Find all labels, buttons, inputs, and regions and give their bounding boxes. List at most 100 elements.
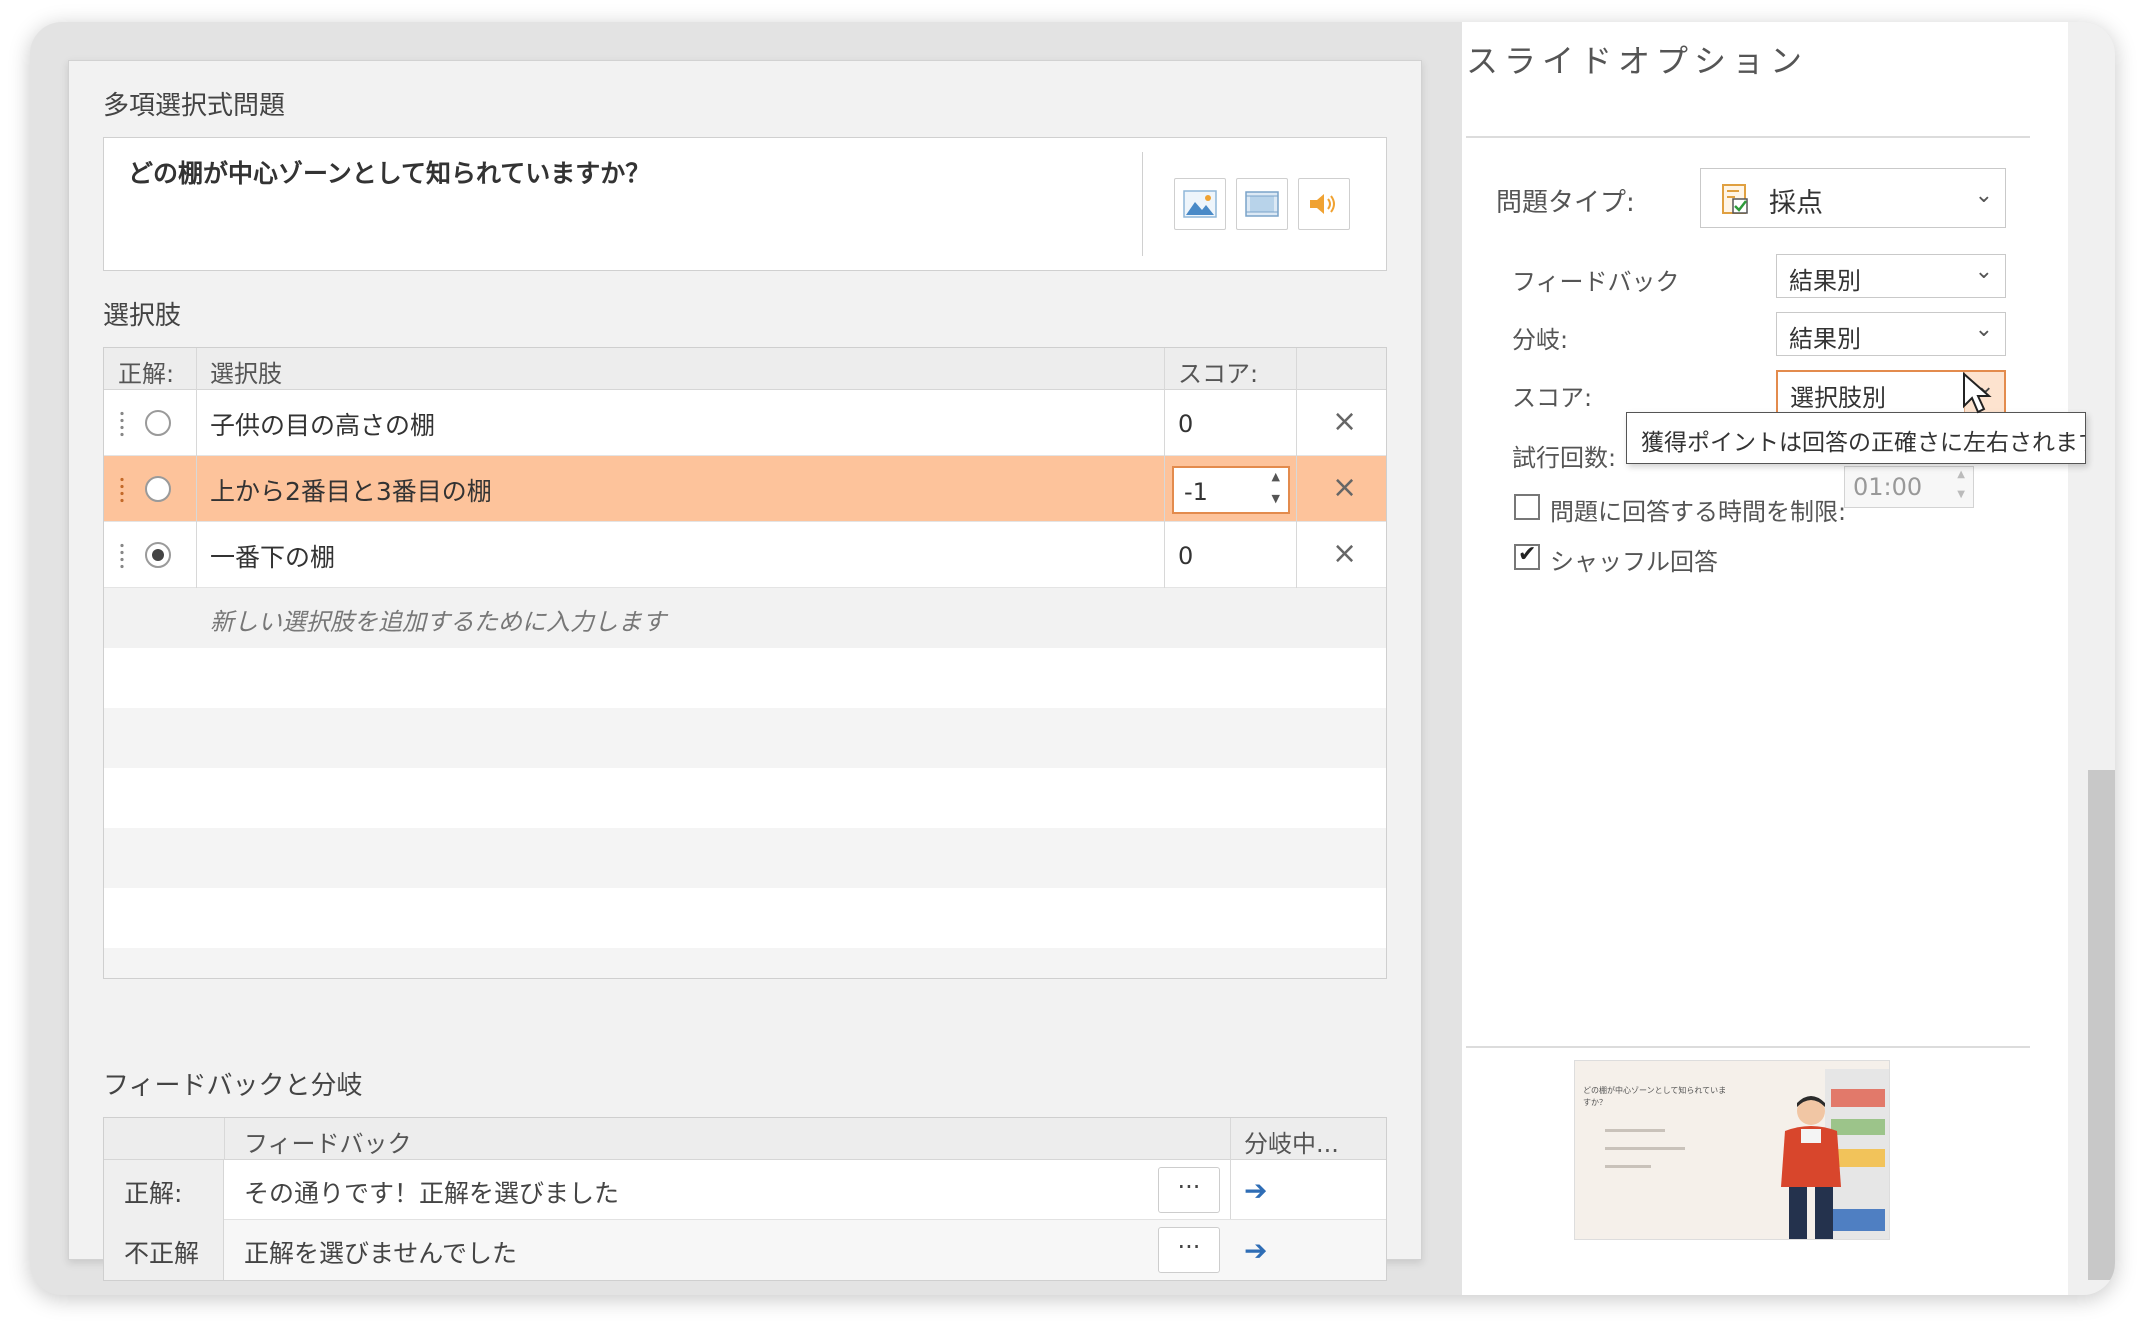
score-stepper[interactable]: -1 ▲ ▼ — [1172, 466, 1290, 514]
insert-video-button[interactable] — [1236, 178, 1288, 230]
delete-choice-icon[interactable]: × — [1332, 470, 1357, 505]
feedback-more-button[interactable]: ··· — [1158, 1167, 1220, 1213]
column-divider — [1164, 348, 1165, 588]
question-type-select[interactable]: 採点 ⌄ — [1700, 168, 2006, 228]
arrow-right-icon[interactable]: ➔ — [1244, 1234, 1267, 1267]
correct-radio[interactable] — [145, 476, 171, 502]
question-section-title: 多項選択式問題 — [103, 91, 286, 121]
choice-score[interactable]: 0 — [1178, 542, 1193, 570]
insert-image-button[interactable] — [1174, 178, 1226, 230]
spin-down-icon: ▼ — [1957, 489, 1965, 500]
presenter-illustration — [1781, 1096, 1841, 1239]
feedback-text[interactable]: 正解を選びませんでした — [244, 1234, 517, 1270]
options-divider — [1466, 136, 2030, 138]
mouse-cursor-icon — [1963, 372, 1992, 414]
score-tooltip: 獲得ポイントは回答の正確さに左右されます。 — [1626, 412, 2086, 464]
drag-handle-icon[interactable] — [120, 410, 124, 438]
audio-icon — [1310, 194, 1335, 214]
feedback-table: フィードバック 分岐中... 正解: その通りです！正解を選びました ··· ➔… — [103, 1117, 1387, 1281]
thumbnail-line — [1605, 1147, 1685, 1150]
attempts-label: 試行回数: — [1512, 444, 1617, 472]
score-stepper-value: -1 — [1184, 478, 1208, 506]
graded-quiz-icon — [1722, 184, 1748, 214]
image-icon — [1183, 190, 1217, 218]
time-limit-input: 01:00 ▲ ▼ — [1844, 466, 1974, 508]
choice-score[interactable]: 0 — [1178, 410, 1193, 438]
header-score: スコア: — [1178, 360, 1259, 388]
choice-text[interactable]: 上から2番目と3番目の棚 — [210, 472, 492, 508]
drag-handle-icon[interactable] — [120, 476, 124, 504]
shuffle-checkbox[interactable] — [1514, 542, 1540, 570]
chevron-down-icon: ⌄ — [1974, 183, 1993, 208]
feedback-section-title: フィードバックと分岐 — [103, 1071, 363, 1101]
empty-row — [104, 708, 1386, 768]
feedback-select[interactable]: 結果別 ⌄ — [1776, 254, 2006, 298]
column-divider — [1296, 348, 1297, 588]
column-divider — [224, 1118, 225, 1160]
slide-thumbnail[interactable]: どの棚が中心ゾーンとして知られていますか？ — [1574, 1060, 1890, 1240]
insert-audio-button[interactable] — [1298, 178, 1350, 230]
new-choice-placeholder[interactable]: 新しい選択肢を追加するために入力します — [210, 602, 666, 637]
correct-radio[interactable] — [145, 410, 171, 436]
choice-row-selected[interactable]: 上から2番目と3番目の棚 -1 ▲ ▼ × — [104, 456, 1386, 522]
feedback-select-value: 結果別 — [1789, 267, 1861, 295]
arrow-right-icon[interactable]: ➔ — [1244, 1174, 1267, 1207]
score-select-value: 選択肢別 — [1790, 384, 1886, 412]
feedback-label: 正解: — [104, 1160, 224, 1220]
drag-handle-icon[interactable] — [120, 542, 124, 570]
choices-table: 正解: 選択肢 スコア: 子供の目の高さの棚 0 × 上から2番目と3番目の棚 … — [103, 347, 1387, 979]
empty-row — [104, 828, 1386, 888]
choice-row[interactable]: 一番下の棚 0 × — [104, 522, 1386, 588]
header-correct: 正解: — [118, 360, 175, 388]
question-type-label: 問題タイプ: — [1496, 188, 1635, 218]
choice-text[interactable]: 一番下の棚 — [210, 538, 335, 574]
choices-table-header: 正解: 選択肢 スコア: — [104, 348, 1386, 390]
question-type-value: 採点 — [1769, 188, 1823, 219]
empty-row — [104, 648, 1386, 708]
header-choice: 選択肢 — [210, 360, 282, 388]
branch-select-value: 結果別 — [1789, 325, 1861, 353]
feedback-more-button[interactable]: ··· — [1158, 1227, 1220, 1273]
feedback-table-header: フィードバック 分岐中... — [104, 1118, 1386, 1160]
empty-row — [104, 768, 1386, 828]
feedback-option-label: フィードバック — [1512, 268, 1680, 296]
score-option-label: スコア: — [1512, 384, 1593, 412]
branch-select[interactable]: 結果別 ⌄ — [1776, 312, 2006, 356]
spin-up-icon: ▲ — [1957, 469, 1965, 480]
time-limit-value: 01:00 — [1853, 473, 1923, 501]
empty-row — [104, 948, 1386, 978]
thumbnail-title: どの棚が中心ゾーンとして知られていますか？ — [1583, 1086, 1727, 1107]
feedback-label: 不正解 — [104, 1220, 224, 1280]
spin-down-icon[interactable]: ▼ — [1272, 492, 1280, 505]
chevron-down-icon: ⌄ — [1974, 317, 1993, 342]
question-divider — [1142, 152, 1143, 256]
question-text[interactable]: どの棚が中心ゾーンとして知られていますか？ — [128, 154, 650, 190]
choices-section-title: 選択肢 — [103, 301, 182, 331]
choice-row[interactable]: 子供の目の高さの棚 0 × — [104, 390, 1386, 456]
thumbnail-line — [1605, 1129, 1665, 1132]
column-divider — [196, 348, 197, 588]
branch-option-label: 分岐: — [1512, 326, 1569, 354]
options-divider — [1466, 1046, 2030, 1048]
empty-row — [104, 888, 1386, 948]
chevron-down-icon: ⌄ — [1974, 259, 1993, 284]
delete-choice-icon[interactable]: × — [1332, 536, 1357, 571]
feedback-row-correct: 正解: その通りです！正解を選びました ··· ➔ — [104, 1160, 1386, 1220]
feedback-text[interactable]: その通りです！正解を選びました — [244, 1174, 619, 1210]
header-feedback: フィードバック — [244, 1130, 412, 1158]
thumbnail-line — [1605, 1165, 1651, 1168]
choice-text[interactable]: 子供の目の高さの棚 — [210, 406, 435, 442]
options-title: スライドオプション — [1466, 42, 1809, 80]
video-icon — [1245, 191, 1279, 217]
time-limit-checkbox[interactable] — [1514, 494, 1540, 520]
question-editor: 多項選択式問題 どの棚が中心ゾーンとして知られていますか？ 選択肢 正解: 選択… — [68, 60, 1422, 1281]
feedback-row-incorrect: 不正解 正解を選びませんでした ··· ➔ — [104, 1220, 1386, 1280]
question-text-box[interactable]: どの棚が中心ゾーンとして知られていますか？ — [103, 137, 1387, 271]
shuffle-label[interactable]: シャッフル回答 — [1550, 542, 1718, 577]
delete-choice-icon[interactable]: × — [1332, 404, 1357, 439]
time-limit-label[interactable]: 問題に回答する時間を制限: — [1550, 492, 1846, 527]
new-choice-row[interactable]: 新しい選択肢を追加するために入力します — [104, 588, 1386, 648]
header-branch: 分岐中... — [1244, 1130, 1339, 1158]
correct-radio-checked[interactable] — [145, 542, 171, 568]
spin-up-icon[interactable]: ▲ — [1272, 470, 1280, 483]
